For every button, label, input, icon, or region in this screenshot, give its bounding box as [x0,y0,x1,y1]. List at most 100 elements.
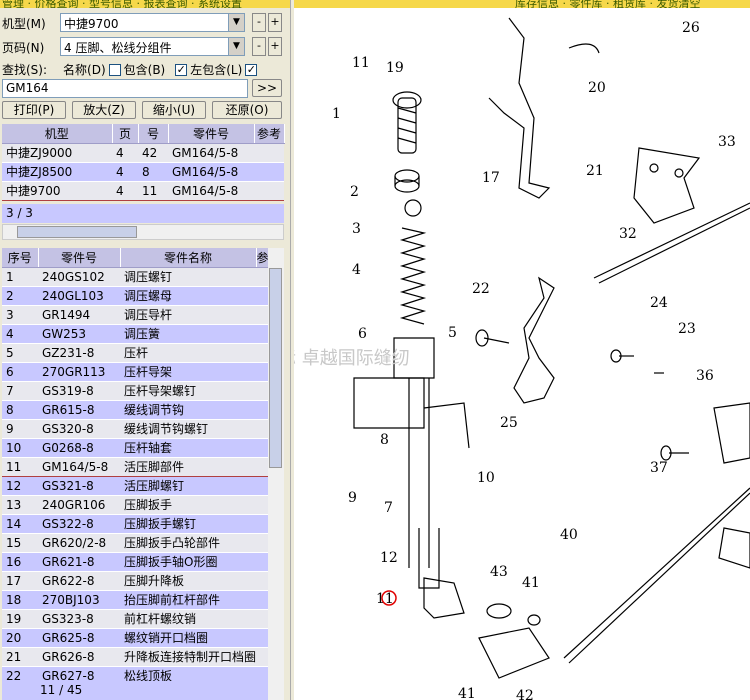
extra-checkbox[interactable]: ✓ [245,63,258,76]
table-row[interactable]: 中捷ZJ9000 4 42 GM164/5-8 [2,143,284,163]
table-row[interactable]: 10 G0268-8 压杆轴套 [2,438,268,458]
search-input[interactable]: GM164 [2,79,248,98]
table-row[interactable]: 15 GR620/2-8 压脚扳手凸轮部件 [2,533,268,553]
callout-24[interactable]: 23 [678,321,696,337]
callout-43[interactable]: 43 [490,564,508,580]
callout-36[interactable]: 36 [696,368,714,384]
col-page[interactable]: 页 [112,124,139,144]
scroll-thumb[interactable] [17,226,137,238]
model-prev-button[interactable]: - [252,13,266,32]
table-row[interactable]: 8 GR615-8 缓线调节钩 [2,400,268,420]
col-ref[interactable]: 参 [256,248,269,268]
table-row[interactable]: 2 240GL103 调压螺母 [2,286,268,306]
zoom-in-button[interactable]: 放大(Z) [72,101,136,119]
callout-40[interactable]: 40 [560,527,578,543]
callout-20[interactable]: 20 [588,80,606,96]
table-row[interactable]: 5 GZ231-8 压杆 [2,343,268,363]
col-part-name[interactable]: 零件名称 [120,248,257,268]
search-go-button[interactable]: >> [252,79,282,97]
table-row[interactable]: 9 GS320-8 缓线调节钩螺钉 [2,419,268,439]
col-reference[interactable]: 参考 [254,124,285,144]
col-part-number[interactable]: 零件号 [168,124,255,144]
callout-11[interactable]: 11 [376,591,394,607]
callout-13[interactable]: 11 [352,55,370,71]
table-row[interactable]: 20 GR625-8 螺纹销开口档圈 [2,628,268,648]
table-row[interactable]: 17 GR622-8 压脚升降板 [2,571,268,591]
model-next-button[interactable]: + [268,13,282,32]
callout-22[interactable]: 25 [500,415,518,431]
cell [254,180,284,201]
table-row-selected[interactable]: 中捷9700 4 11 GM164/5-8 [2,180,284,201]
callout-9[interactable]: 9 [348,490,357,506]
col-index[interactable]: 序号 [2,248,39,268]
table-row[interactable]: 1 240GS102 调压螺钉 [2,267,268,287]
left-contains-option-label[interactable]: 左包含(L) [190,61,242,78]
callout-33[interactable]: 33 [718,134,736,150]
cell [254,143,284,163]
horizontal-scrollbar[interactable] [2,224,284,240]
top-menu-right[interactable]: 库存信息 · 零件库 · 租赁库 · 发货清空 [515,0,700,8]
find-label: 查找(S): [2,63,48,77]
col-part-number[interactable]: 零件号 [38,248,121,268]
cell: 压脚升降板 [120,571,256,591]
callout-25[interactable]: 24 [650,295,668,311]
print-button[interactable]: 打印(P) [2,101,66,119]
table-row[interactable]: 6 270GR113 压杆导架 [2,362,268,382]
contains-option-label[interactable]: 包含(B) [124,61,166,78]
callout-10[interactable]: 10 [477,470,495,486]
callout-6[interactable]: 6 [358,326,367,342]
callout-5[interactable]: 5 [448,325,457,341]
table-row[interactable]: 19 GS323-8 前杠杆螺纹销 [2,609,268,629]
table-row[interactable]: 13 240GR106 压脚扳手 [2,495,268,515]
table-row[interactable]: 18 270BJ103 抬压脚前杠杆部件 [2,590,268,610]
callout-41[interactable]: 41 [522,575,540,591]
name-option-label[interactable]: 名称(D) [63,61,106,78]
page-prev-button[interactable]: - [252,37,266,56]
left-contains-checkbox[interactable]: ✓ [175,63,188,76]
scroll-thumb[interactable] [269,268,282,468]
table-row[interactable]: 4 GW253 调压簧 [2,324,268,344]
callout-41-lower[interactable]: 41 [458,686,476,700]
table-row[interactable]: 中捷ZJ8500 4 8 GM164/5-8 [2,162,284,182]
table-row[interactable]: 21 GR626-8 升降板连接特制开口档圈 [2,647,268,667]
chevron-down-icon[interactable]: ▼ [228,38,244,55]
cell: 42 [138,143,168,163]
callout-26[interactable]: 26 [682,20,700,36]
callout-19[interactable]: 19 [386,60,404,76]
model-table: 机型 页 号 零件号 参考 中捷ZJ9000 4 42 GM164/5-8 中捷… [2,124,285,201]
callout-1[interactable]: 1 [332,106,341,122]
model-select[interactable]: 中捷9700 ▼ [60,13,245,32]
chevron-down-icon[interactable]: ▼ [228,14,244,31]
callout-8[interactable]: 8 [380,432,389,448]
callout-12[interactable]: 12 [380,550,398,566]
cell: GS322-8 [38,514,120,534]
table-row[interactable]: 16 GR621-8 压脚扳手轴O形圈 [2,552,268,572]
col-model[interactable]: 机型 [2,124,113,144]
page-select[interactable]: 4 压脚、松线分组件 ▼ [60,37,245,56]
callout-4[interactable]: 4 [352,262,361,278]
callout-2[interactable]: 2 [350,184,359,200]
table-row[interactable]: 12 GS321-8 活压脚螺钉 [2,476,268,496]
name-checkbox[interactable] [108,63,121,76]
restore-button[interactable]: 还原(O) [212,101,282,119]
callout-37[interactable]: 37 [650,460,668,476]
table-row[interactable]: 3 GR1494 调压导杆 [2,305,268,325]
callout-23[interactable]: 22 [472,281,490,297]
table-row[interactable]: 7 GS319-8 压杆导架螺钉 [2,381,268,401]
callout-21[interactable]: 21 [586,163,604,179]
parts-diagram[interactable]: 11 19 26 20 1 33 21 17 2 3 32 4 22 24 23… [294,8,750,700]
vertical-scrollbar[interactable] [268,248,284,700]
callout-17[interactable]: 17 [482,170,500,186]
top-menu-left[interactable]: 管理 · 价格查询 · 型号信息 · 报表查询 · 系统设置 [2,0,242,8]
callout-32[interactable]: 32 [619,226,637,242]
callout-7[interactable]: 7 [384,500,393,516]
cell [256,438,268,458]
table-row-selected[interactable]: 11 GM164/5-8 活压脚部件 [2,456,268,477]
zoom-out-button[interactable]: 缩小(U) [142,101,206,119]
page-next-button[interactable]: + [268,37,282,56]
callout-42[interactable]: 42 [516,688,534,700]
cell: 压脚扳手凸轮部件 [120,533,256,553]
col-number[interactable]: 号 [138,124,169,144]
table-row[interactable]: 14 GS322-8 压脚扳手螺钉 [2,514,268,534]
callout-3[interactable]: 3 [352,221,361,237]
